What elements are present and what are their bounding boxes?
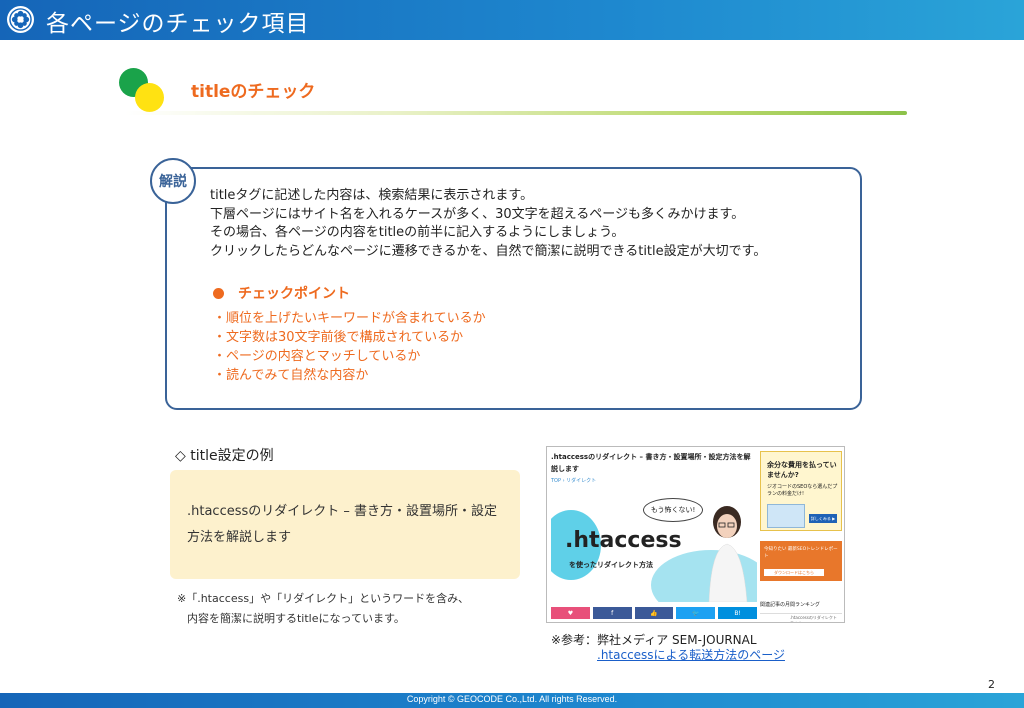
- explanation-line: 下層ページにはサイト名を入れるケースが多く、30文字を超えるページも多くみかけま…: [210, 206, 745, 222]
- section-underline: [125, 111, 907, 115]
- page-title: 各ページのチェック項目: [46, 11, 310, 37]
- footer-bar: Copyright © GEOCODE Co.,Ltd. All rights …: [0, 693, 1024, 708]
- article-screenshot: .htaccessのリダイレクト – 書き方・設置場所・設定方法を解説します T…: [546, 446, 845, 623]
- example-note-line: 内容を簡潔に説明するtitleになっています。: [187, 612, 405, 625]
- side-ad-image: [767, 504, 805, 528]
- share-facebook-button[interactable]: f: [592, 607, 632, 619]
- page-number: 2: [988, 678, 995, 691]
- person-illustration-icon: [708, 506, 748, 602]
- checkpoint-item: ・文字数は30文字前後で構成されているか: [213, 330, 464, 345]
- side-banner-button[interactable]: ダウンロードはこちら: [764, 569, 824, 576]
- checkpoint-list: ・順位を上げたいキーワードが含まれているか ・文字数は30文字前後で構成されてい…: [213, 309, 486, 385]
- side-ad-title: 余分な費用を払っていませんか?: [767, 461, 837, 479]
- example-heading: ◇ title設定の例: [175, 448, 274, 464]
- side-ad-button[interactable]: 詳しくみる ▶: [809, 514, 837, 523]
- checkpoint-title: チェックポイント: [238, 286, 350, 302]
- thumb-ranking-heading: 関連記事の月間ランキング: [760, 602, 820, 608]
- checkpoint-item: ・順位を上げたいキーワードが含まれているか: [213, 311, 486, 326]
- side-ad-subtitle: ジオコードのSEOなら選んだプランの料金だけ!: [767, 484, 838, 497]
- decor-yellow-dot: [135, 83, 164, 112]
- thumb-side-ad[interactable]: 余分な費用を払っていませんか? ジオコードのSEOなら選んだプランの料金だけ! …: [760, 451, 842, 531]
- share-bar: ♥ f 👍 🐦 B!: [551, 607, 757, 619]
- checkpoint-item: ・ページの内容とマッチしているか: [213, 349, 421, 364]
- reference-label: ※参考：弊社メディア SEM-JOURNAL: [551, 633, 757, 647]
- thumb-side-banner[interactable]: 今知りたい 最新SEOトレンドレポート ダウンロードはこちら: [760, 541, 842, 581]
- thumb-hero-image: もう怖くない! .htaccess を使ったリダイレクト方法: [551, 490, 757, 602]
- side-banner-text: 今知りたい 最新SEOトレンドレポート: [764, 547, 838, 559]
- checkpoint-heading: チェックポイント: [213, 283, 350, 303]
- checkpoint-item: ・読んでみて自然な内容か: [213, 368, 369, 383]
- reference-link[interactable]: .htaccessによる転送方法のページ: [597, 648, 785, 663]
- explanation-line: その場合、各ページの内容をtitleの前半に記入するようにしましょう。: [210, 225, 625, 240]
- hero-speech-bubble: もう怖くない!: [643, 498, 703, 522]
- flower-logo-icon: [9, 8, 32, 31]
- explanation-line: titleタグに記述した内容は、検索結果に表示されます。: [210, 188, 534, 203]
- share-hatena-button[interactable]: B!: [718, 607, 757, 619]
- share-twitter-button[interactable]: 🐦: [676, 607, 716, 619]
- thumb-ranking-item[interactable]: .htaccessのリダイレクト 書き方: [760, 613, 842, 622]
- example-note: ※「.htaccess」や「リダイレクト」というワードを含み、 内容を簡潔に説明…: [177, 589, 469, 629]
- hero-subtitle: を使ったリダイレクト方法: [569, 561, 653, 569]
- company-logo: [7, 6, 34, 33]
- example-note-line: ※「.htaccess」や「リダイレクト」というワードを含み、: [177, 592, 470, 605]
- bullet-dot-icon: [213, 287, 224, 299]
- header-bar: 各ページのチェック項目: [0, 0, 1024, 40]
- hero-title: .htaccess: [565, 528, 682, 553]
- explanation-line: クリックしたらどんなページに遷移できるかを、自然で簡潔に説明できるtitle設定…: [210, 243, 767, 259]
- explanation-text: titleタグに記述した内容は、検索結果に表示されます。 下層ページにはサイト名…: [210, 187, 766, 261]
- share-like-button[interactable]: 👍: [634, 607, 674, 619]
- share-pocket-button[interactable]: ♥: [551, 607, 590, 619]
- thumb-breadcrumb: TOP › リダイレクト: [551, 478, 597, 484]
- thumb-article-title: .htaccessのリダイレクト – 書き方・設置場所・設定方法を解説します: [551, 453, 751, 473]
- section-title: titleのチェック: [191, 82, 316, 102]
- footer-copyright: Copyright © GEOCODE Co.,Ltd. All rights …: [406, 694, 618, 704]
- explanation-badge: 解説: [150, 158, 196, 204]
- example-title-text: .htaccessのリダイレクト – 書き方・設置場所・設定方法を解説します: [187, 504, 498, 545]
